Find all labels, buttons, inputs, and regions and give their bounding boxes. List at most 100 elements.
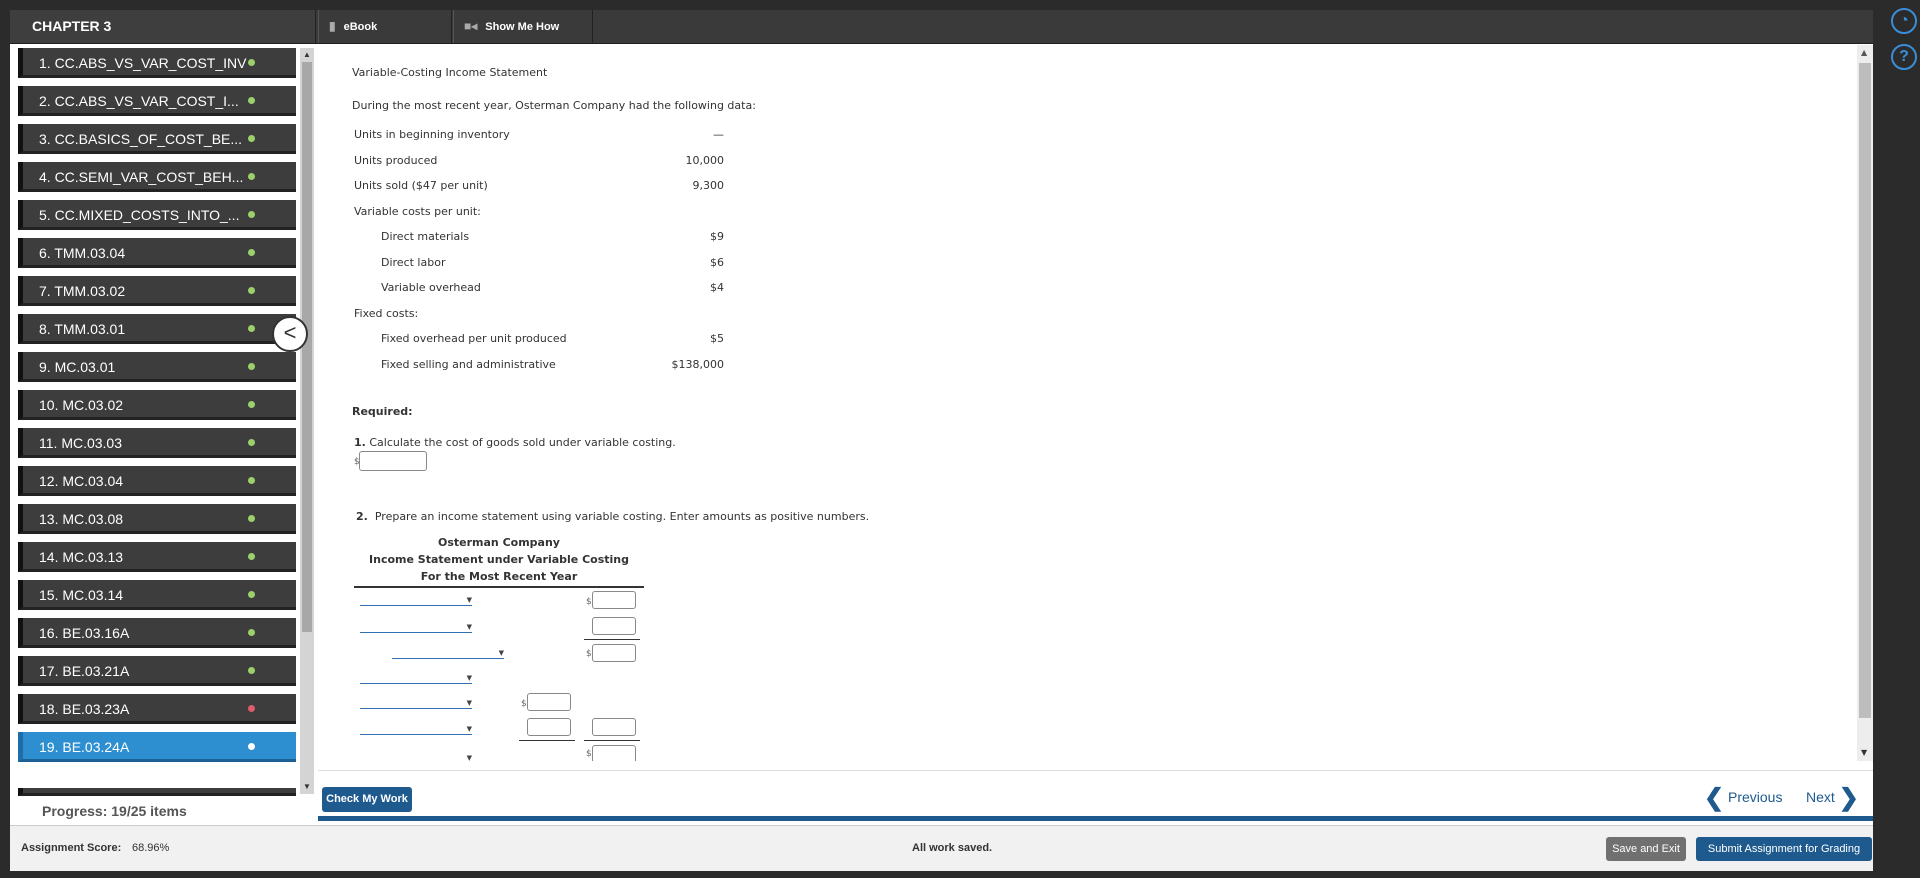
heading-rule [354, 586, 644, 588]
data-row-value: $6 [710, 255, 724, 269]
subtotal-rule [584, 740, 640, 741]
sidebar-scroll-thumb[interactable] [302, 62, 312, 632]
scroll-up-icon[interactable]: ▲ [303, 50, 311, 59]
data-row-value: $138,000 [671, 357, 725, 371]
sidebar-item-label: 11. MC.03.03 [39, 435, 123, 451]
statement-line-1-select[interactable]: ▼ [360, 592, 472, 606]
sidebar-item-label: 8. TMM.03.01 [39, 321, 126, 337]
chevron-down-icon: ▼ [466, 674, 472, 682]
sidebar-item[interactable]: 13. MC.03.08 [18, 504, 296, 534]
currency-sign: $ [586, 649, 592, 659]
chevron-down-icon: ▼ [466, 623, 472, 631]
complete-status-icon [248, 59, 255, 66]
data-row-value: — [713, 128, 724, 141]
data-row-label: Fixed costs: [354, 306, 419, 320]
next-button[interactable]: Next ❯ [1806, 786, 1859, 810]
collapse-sidebar-button[interactable]: < [272, 316, 308, 352]
support-icon[interactable]: ◔ [1891, 8, 1917, 34]
question-1-text: Calculate the cost of goods sold under v… [369, 436, 676, 449]
subtotal-rule [519, 740, 575, 741]
statement-line-4-select[interactable]: ▼ [360, 670, 472, 684]
sidebar-item[interactable]: 8. TMM.03.01 [18, 314, 296, 344]
tab-show-me-how[interactable]: ■◂ Show Me How [453, 10, 593, 43]
sidebar-item[interactable]: 10. MC.03.02 [18, 390, 296, 420]
incorrect-status-icon [248, 705, 255, 712]
cogs-input[interactable] [359, 451, 427, 471]
save-and-exit-button[interactable]: Save and Exit [1606, 837, 1686, 861]
currency-sign: $ [521, 699, 527, 709]
question-2-number: 2. [356, 510, 368, 523]
sidebar-item[interactable]: 12. MC.03.04 [18, 466, 296, 496]
sidebar-item[interactable]: 14. MC.03.13 [18, 542, 296, 572]
assignment-sidebar: 1. CC.ABS_VS_VAR_COST_INV 2. CC.ABS_VS_VA… [18, 48, 314, 838]
sidebar-item-label: 9. MC.03.01 [39, 359, 116, 375]
complete-status-icon [248, 591, 255, 598]
assignment-window: CHAPTER 3 ▮ eBook ■◂ Show Me How 1. CC.ABS… [10, 10, 1873, 871]
sidebar-item[interactable]: 3. CC.BASICS_OF_COST_BE... [18, 124, 296, 154]
statement-line-7-input[interactable] [592, 745, 636, 761]
submit-assignment-button[interactable]: Submit Assignment for Grading [1696, 837, 1872, 861]
scroll-up-icon[interactable]: ▲ [1861, 48, 1867, 57]
sidebar-scrollbar[interactable]: ▲ ▼ [300, 48, 314, 794]
sidebar-item[interactable]: 15. MC.03.14 [18, 580, 296, 610]
chevron-down-icon: ▼ [466, 596, 472, 604]
currency-sign: $ [586, 749, 592, 759]
statement-line-3-select[interactable]: ▼ [392, 645, 504, 659]
statement-line-3-input[interactable] [592, 644, 636, 662]
data-row-label: Variable costs per unit: [354, 204, 481, 218]
sidebar-item[interactable]: 7. TMM.03.02 [18, 276, 296, 306]
data-row-label: Direct labor [381, 255, 446, 269]
content-scrollbar[interactable]: ▲ ▼ [1857, 45, 1873, 761]
sidebar-item[interactable]: 19. BE.03.24A [18, 732, 296, 762]
statement-line-6-total-input[interactable] [592, 718, 636, 736]
complete-status-icon [248, 401, 255, 408]
sidebar-item[interactable]: 2. CC.ABS_VS_VAR_COST_I... [18, 86, 296, 116]
complete-status-icon [248, 135, 255, 142]
sidebar-item[interactable]: 11. MC.03.03 [18, 428, 296, 458]
sidebar-item[interactable]: 1. CC.ABS_VS_VAR_COST_INV [18, 48, 296, 78]
previous-button[interactable]: ❮ Previous [1704, 786, 1782, 810]
top-toolbar: CHAPTER 3 ▮ eBook ■◂ Show Me How [10, 10, 1873, 44]
statement-line-6-input[interactable] [527, 718, 571, 736]
complete-status-icon [248, 211, 255, 218]
problem-title: Variable-Costing Income Statement [352, 66, 548, 79]
subtotal-rule [584, 639, 640, 640]
sidebar-item[interactable]: 6. TMM.03.04 [18, 238, 296, 268]
sidebar-item-label: 17. BE.03.21A [39, 663, 130, 679]
statement-line-5-select[interactable]: ▼ [360, 695, 472, 709]
sidebar-item-label: 5. CC.MIXED_COSTS_INTO_... [39, 207, 240, 223]
tab-ebook[interactable]: ▮ eBook [318, 10, 452, 43]
sidebar-item-partial[interactable] [18, 788, 296, 796]
problem-content: Variable-Costing Income Statement During… [318, 45, 1873, 761]
data-row-label: Fixed overhead per unit produced [381, 332, 567, 345]
sidebar-item[interactable]: 4. CC.SEMI_VAR_COST_BEH... [18, 162, 296, 192]
sidebar-item[interactable]: 16. BE.03.16A [18, 618, 296, 648]
tab-show-me-how-label: Show Me How [485, 21, 560, 33]
sidebar-item[interactable]: 17. BE.03.21A [18, 656, 296, 686]
sidebar-item[interactable]: 5. CC.MIXED_COSTS_INTO_... [18, 200, 296, 230]
data-row-value: $4 [710, 281, 724, 294]
chevron-left-icon: < [283, 320, 297, 345]
sidebar-item-label: 1. CC.ABS_VS_VAR_COST_INV [39, 55, 247, 71]
statement-line-1-input[interactable] [592, 591, 636, 609]
sidebar-item-label: 14. MC.03.13 [39, 549, 124, 565]
question-footer: Check My Work ❮ Previous Next ❯ [318, 770, 1873, 821]
scroll-down-icon[interactable]: ▼ [303, 782, 311, 791]
statement-line-5-input[interactable] [527, 693, 571, 711]
sidebar-item[interactable]: 9. MC.03.01 [18, 352, 296, 382]
sidebar-item-label: 15. MC.03.14 [39, 587, 124, 603]
help-icon[interactable]: ? [1891, 44, 1917, 70]
sidebar-item[interactable]: 18. BE.03.23A [18, 694, 296, 724]
chevron-down-icon: ▼ [466, 754, 472, 761]
complete-status-icon [248, 173, 255, 180]
scroll-down-icon[interactable]: ▼ [1861, 748, 1867, 757]
statement-line-7-select[interactable]: ▼ [360, 750, 472, 761]
content-scroll-thumb[interactable] [1859, 63, 1871, 718]
statement-line-2-select[interactable]: ▼ [360, 619, 472, 633]
chevron-down-icon: ▼ [466, 725, 472, 733]
check-my-work-button[interactable]: Check My Work [322, 787, 412, 812]
tab-ebook-label: eBook [343, 21, 378, 33]
statement-line-6-select[interactable]: ▼ [360, 721, 472, 735]
statement-line-2-input[interactable] [592, 617, 636, 635]
complete-status-icon [248, 363, 255, 370]
